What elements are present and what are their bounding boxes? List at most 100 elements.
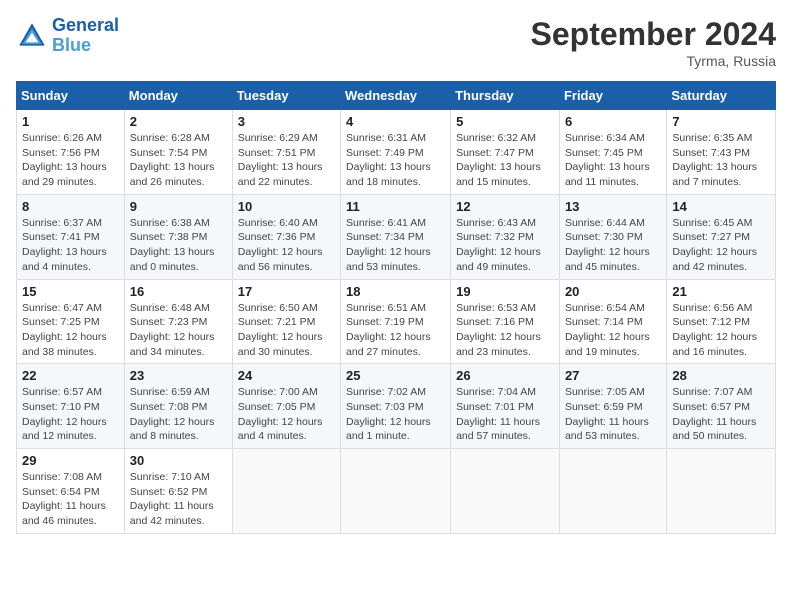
day-info: Sunrise: 6:56 AM Sunset: 7:12 PM Dayligh… bbox=[672, 301, 770, 360]
day-number: 27 bbox=[565, 368, 661, 383]
day-info: Sunrise: 7:02 AM Sunset: 7:03 PM Dayligh… bbox=[346, 385, 445, 444]
day-info: Sunrise: 6:53 AM Sunset: 7:16 PM Dayligh… bbox=[456, 301, 554, 360]
day-number: 10 bbox=[238, 199, 335, 214]
calendar-cell: 15 Sunrise: 6:47 AM Sunset: 7:25 PM Dayli… bbox=[17, 279, 125, 364]
day-info: Sunrise: 6:37 AM Sunset: 7:41 PM Dayligh… bbox=[22, 216, 119, 275]
day-info: Sunrise: 7:10 AM Sunset: 6:52 PM Dayligh… bbox=[130, 470, 227, 529]
calendar-cell: 26 Sunrise: 7:04 AM Sunset: 7:01 PM Dayli… bbox=[451, 364, 560, 449]
calendar-cell: 16 Sunrise: 6:48 AM Sunset: 7:23 PM Dayli… bbox=[124, 279, 232, 364]
calendar-cell bbox=[667, 449, 776, 534]
title-block: September 2024 Tyrma, Russia bbox=[531, 16, 776, 69]
calendar-cell: 23 Sunrise: 6:59 AM Sunset: 7:08 PM Dayli… bbox=[124, 364, 232, 449]
calendar-cell bbox=[232, 449, 340, 534]
calendar-cell: 3 Sunrise: 6:29 AM Sunset: 7:51 PM Daylig… bbox=[232, 110, 340, 195]
day-number: 25 bbox=[346, 368, 445, 383]
day-info: Sunrise: 6:54 AM Sunset: 7:14 PM Dayligh… bbox=[565, 301, 661, 360]
calendar-cell: 28 Sunrise: 7:07 AM Sunset: 6:57 PM Dayli… bbox=[667, 364, 776, 449]
calendar-cell: 7Sunrise: 6:35 AM Sunset: 7:43 PM Daylig… bbox=[667, 110, 776, 195]
day-info: Sunrise: 6:40 AM Sunset: 7:36 PM Dayligh… bbox=[238, 216, 335, 275]
calendar-cell: 14 Sunrise: 6:45 AM Sunset: 7:27 PM Dayli… bbox=[667, 194, 776, 279]
day-info: Sunrise: 6:26 AM Sunset: 7:56 PM Dayligh… bbox=[22, 131, 119, 190]
calendar-cell: 29 Sunrise: 7:08 AM Sunset: 6:54 PM Dayli… bbox=[17, 449, 125, 534]
day-info: Sunrise: 6:29 AM Sunset: 7:51 PM Dayligh… bbox=[238, 131, 335, 190]
calendar-cell: 6Sunrise: 6:34 AM Sunset: 7:45 PM Daylig… bbox=[559, 110, 666, 195]
day-info: Sunrise: 6:48 AM Sunset: 7:23 PM Dayligh… bbox=[130, 301, 227, 360]
calendar-cell bbox=[559, 449, 666, 534]
day-number: 16 bbox=[130, 284, 227, 299]
calendar-cell: 17 Sunrise: 6:50 AM Sunset: 7:21 PM Dayli… bbox=[232, 279, 340, 364]
weekday-header-friday: Friday bbox=[559, 82, 666, 110]
calendar-cell bbox=[451, 449, 560, 534]
day-number: 29 bbox=[22, 453, 119, 468]
day-number: 26 bbox=[456, 368, 554, 383]
day-info: Sunrise: 6:57 AM Sunset: 7:10 PM Dayligh… bbox=[22, 385, 119, 444]
calendar-cell bbox=[341, 449, 451, 534]
day-info: Sunrise: 6:41 AM Sunset: 7:34 PM Dayligh… bbox=[346, 216, 445, 275]
day-info: Sunrise: 7:00 AM Sunset: 7:05 PM Dayligh… bbox=[238, 385, 335, 444]
day-info: Sunrise: 6:38 AM Sunset: 7:38 PM Dayligh… bbox=[130, 216, 227, 275]
day-info: Sunrise: 6:59 AM Sunset: 7:08 PM Dayligh… bbox=[130, 385, 227, 444]
day-info: Sunrise: 6:43 AM Sunset: 7:32 PM Dayligh… bbox=[456, 216, 554, 275]
day-info: Sunrise: 6:34 AM Sunset: 7:45 PM Dayligh… bbox=[565, 131, 661, 190]
day-number: 17 bbox=[238, 284, 335, 299]
day-number: 9 bbox=[130, 199, 227, 214]
logo-text: GeneralBlue bbox=[52, 16, 119, 56]
calendar-cell: 5 Sunrise: 6:32 AM Sunset: 7:47 PM Daylig… bbox=[451, 110, 560, 195]
day-number: 18 bbox=[346, 284, 445, 299]
day-number: 5 bbox=[456, 114, 554, 129]
weekday-header-thursday: Thursday bbox=[451, 82, 560, 110]
day-number: 11 bbox=[346, 199, 445, 214]
day-number: 13 bbox=[565, 199, 661, 214]
day-info: Sunrise: 6:50 AM Sunset: 7:21 PM Dayligh… bbox=[238, 301, 335, 360]
calendar-cell: 25 Sunrise: 7:02 AM Sunset: 7:03 PM Dayli… bbox=[341, 364, 451, 449]
calendar-cell: 27Sunrise: 7:05 AM Sunset: 6:59 PM Dayli… bbox=[559, 364, 666, 449]
calendar-cell: 13 Sunrise: 6:44 AM Sunset: 7:30 PM Dayli… bbox=[559, 194, 666, 279]
location: Tyrma, Russia bbox=[531, 53, 776, 69]
calendar-cell: 9 Sunrise: 6:38 AM Sunset: 7:38 PM Daylig… bbox=[124, 194, 232, 279]
day-number: 21 bbox=[672, 284, 770, 299]
day-info: Sunrise: 6:44 AM Sunset: 7:30 PM Dayligh… bbox=[565, 216, 661, 275]
calendar-table: SundayMondayTuesdayWednesdayThursdayFrid… bbox=[16, 81, 776, 534]
logo-icon bbox=[16, 20, 48, 52]
calendar-cell: 30 Sunrise: 7:10 AM Sunset: 6:52 PM Dayli… bbox=[124, 449, 232, 534]
calendar-cell: 21 Sunrise: 6:56 AM Sunset: 7:12 PM Dayli… bbox=[667, 279, 776, 364]
day-info: Sunrise: 6:32 AM Sunset: 7:47 PM Dayligh… bbox=[456, 131, 554, 190]
calendar-cell: 8 Sunrise: 6:37 AM Sunset: 7:41 PM Daylig… bbox=[17, 194, 125, 279]
weekday-header-monday: Monday bbox=[124, 82, 232, 110]
day-number: 19 bbox=[456, 284, 554, 299]
day-info: Sunrise: 7:08 AM Sunset: 6:54 PM Dayligh… bbox=[22, 470, 119, 529]
day-info: Sunrise: 6:47 AM Sunset: 7:25 PM Dayligh… bbox=[22, 301, 119, 360]
weekday-header-saturday: Saturday bbox=[667, 82, 776, 110]
calendar-cell: 22 Sunrise: 6:57 AM Sunset: 7:10 PM Dayli… bbox=[17, 364, 125, 449]
calendar-cell: 4Sunrise: 6:31 AM Sunset: 7:49 PM Daylig… bbox=[341, 110, 451, 195]
page-header: GeneralBlue September 2024 Tyrma, Russia bbox=[16, 16, 776, 69]
weekday-header-wednesday: Wednesday bbox=[341, 82, 451, 110]
day-number: 8 bbox=[22, 199, 119, 214]
day-info: Sunrise: 7:04 AM Sunset: 7:01 PM Dayligh… bbox=[456, 385, 554, 444]
calendar-cell: 19 Sunrise: 6:53 AM Sunset: 7:16 PM Dayli… bbox=[451, 279, 560, 364]
calendar-cell: 10 Sunrise: 6:40 AM Sunset: 7:36 PM Dayli… bbox=[232, 194, 340, 279]
day-number: 30 bbox=[130, 453, 227, 468]
day-number: 12 bbox=[456, 199, 554, 214]
day-number: 28 bbox=[672, 368, 770, 383]
weekday-header-sunday: Sunday bbox=[17, 82, 125, 110]
day-info: Sunrise: 6:51 AM Sunset: 7:19 PM Dayligh… bbox=[346, 301, 445, 360]
calendar-cell: 18 Sunrise: 6:51 AM Sunset: 7:19 PM Dayli… bbox=[341, 279, 451, 364]
day-number: 4 bbox=[346, 114, 445, 129]
day-number: 15 bbox=[22, 284, 119, 299]
day-number: 23 bbox=[130, 368, 227, 383]
day-number: 24 bbox=[238, 368, 335, 383]
day-info: Sunrise: 7:07 AM Sunset: 6:57 PM Dayligh… bbox=[672, 385, 770, 444]
calendar-cell: 12 Sunrise: 6:43 AM Sunset: 7:32 PM Dayli… bbox=[451, 194, 560, 279]
calendar-cell: 1Sunrise: 6:26 AM Sunset: 7:56 PM Daylig… bbox=[17, 110, 125, 195]
calendar-cell: 20 Sunrise: 6:54 AM Sunset: 7:14 PM Dayli… bbox=[559, 279, 666, 364]
day-number: 3 bbox=[238, 114, 335, 129]
weekday-header-tuesday: Tuesday bbox=[232, 82, 340, 110]
day-number: 14 bbox=[672, 199, 770, 214]
day-info: Sunrise: 6:28 AM Sunset: 7:54 PM Dayligh… bbox=[130, 131, 227, 190]
month-title: September 2024 bbox=[531, 16, 776, 53]
day-number: 22 bbox=[22, 368, 119, 383]
calendar-cell: 2Sunrise: 6:28 AM Sunset: 7:54 PM Daylig… bbox=[124, 110, 232, 195]
day-number: 20 bbox=[565, 284, 661, 299]
day-info: Sunrise: 6:45 AM Sunset: 7:27 PM Dayligh… bbox=[672, 216, 770, 275]
